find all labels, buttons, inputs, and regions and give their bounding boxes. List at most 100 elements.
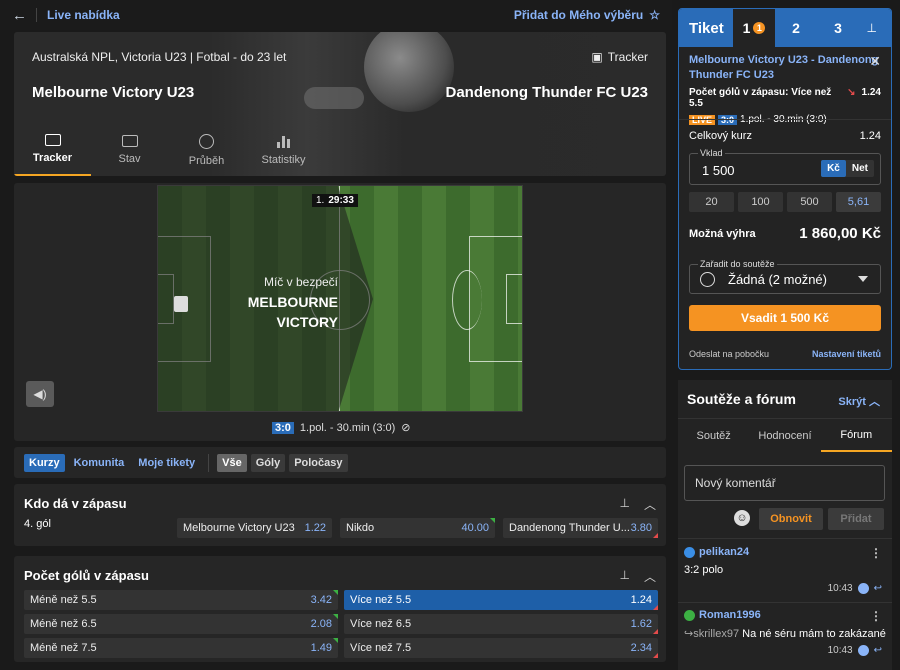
eye-off-icon[interactable]: ⊘: [401, 421, 410, 434]
ticket-tab-1[interactable]: 11: [733, 9, 775, 47]
divider: [678, 602, 892, 603]
currency-net[interactable]: Net: [846, 160, 874, 177]
tab-prubeh[interactable]: Průběh: [168, 124, 245, 176]
hide-label: Skrýt: [838, 396, 866, 408]
tab-statistiky[interactable]: Statistiky: [245, 124, 322, 176]
odd-button[interactable]: Více než 7.5 2.34: [344, 638, 658, 658]
market-subtitle: 4. gól: [24, 518, 51, 530]
hide-button[interactable]: Skrýt ︿: [838, 393, 880, 409]
tab-hodnoceni[interactable]: Hodnocení: [749, 419, 820, 452]
reaction-icon[interactable]: [857, 583, 869, 594]
selection-bet: Počet gólů v zápasu: Více než 5.5 ↘ 1.24: [689, 87, 881, 109]
ticket-title: Tiket: [689, 19, 724, 37]
stake-input[interactable]: Vklad 1 500 Kč Net: [689, 148, 881, 185]
status-text: 1.pol. - 30.min (3:0): [299, 421, 396, 434]
comment-text: ↪skrillex97 Na né séru mám to zakázané: [684, 627, 886, 640]
odd-button[interactable]: Méně než 7.5 1.49: [24, 638, 338, 658]
tab-label: 1: [742, 20, 751, 36]
ticket-tab-2[interactable]: 2: [775, 9, 817, 47]
tracker-button[interactable]: ▣ Tracker: [591, 50, 648, 64]
amount-button[interactable]: 100: [738, 192, 783, 212]
tracker-label: Tracker: [607, 50, 648, 64]
filter-komunita[interactable]: Komunita: [69, 454, 130, 472]
place-bet-button[interactable]: Vsadit 1 500 Kč: [689, 305, 881, 331]
filter-goly[interactable]: Góly: [250, 453, 286, 472]
odds-down-indicator: [653, 533, 658, 538]
odd-button[interactable]: Melbourne Victory U23 1.22: [177, 518, 332, 538]
refresh-button[interactable]: Obnovit: [759, 508, 823, 530]
amount-button[interactable]: 500: [787, 192, 832, 212]
reaction-icon[interactable]: [857, 645, 869, 656]
odd-button[interactable]: Dandenong Thunder U... 3.80: [503, 518, 658, 538]
comment-time: 10:43: [827, 645, 853, 656]
ticket-settings-link[interactable]: Nastavení tiketů: [812, 349, 881, 359]
reply-arrow-icon: ↪: [684, 628, 694, 640]
competition-select[interactable]: Zařadit do soutěže Žádná (2 možné): [689, 259, 881, 294]
stake-label: Vklad: [698, 148, 725, 158]
caret-down-icon: [858, 276, 868, 282]
pin-icon[interactable]: ⊥: [620, 568, 630, 585]
filter-kurzy[interactable]: Kurzy: [24, 453, 65, 472]
comment-input[interactable]: Nový komentář: [684, 465, 885, 501]
speaker-icon[interactable]: ◀): [26, 381, 54, 407]
tab-soutez[interactable]: Soutěž: [678, 419, 749, 452]
odd-button[interactable]: Nikdo 40.00: [340, 518, 495, 538]
selection-match[interactable]: Melbourne Victory U23 - Dandenong Thunde…: [689, 53, 881, 83]
post-button[interactable]: Přidat: [828, 508, 884, 530]
chevron-up-icon[interactable]: ︿: [644, 496, 656, 513]
filter-moje-tikety[interactable]: Moje tikety: [133, 454, 200, 472]
odds-up-indicator: [333, 638, 338, 643]
amount-button[interactable]: 5,61: [836, 192, 881, 212]
pin-icon[interactable]: ⊥: [867, 21, 877, 35]
odds-up-indicator: [333, 614, 338, 619]
odd-button[interactable]: Méně než 5.5 3.42: [24, 590, 338, 610]
win-value: 1 860,00 Kč: [799, 225, 881, 242]
reply-icon[interactable]: ↩: [874, 583, 882, 594]
comment-user[interactable]: pelikan24: [684, 546, 886, 558]
divider: [36, 8, 37, 22]
odd-button[interactable]: Méně než 6.5 2.08: [24, 614, 338, 634]
filter-polocasy[interactable]: Poločasy: [289, 453, 348, 472]
stake-value: 1 500: [702, 163, 735, 178]
comment-user[interactable]: Roman1996: [684, 609, 886, 621]
competition-name: Australská NPL, Victoria U23 | Fotbal - …: [32, 50, 287, 64]
tab-stav[interactable]: Stav: [91, 124, 168, 176]
divider: [208, 453, 210, 472]
tracker-icon: ▣: [591, 50, 603, 64]
odd-button[interactable]: Více než 6.5 1.62: [344, 614, 658, 634]
reply-to-user[interactable]: skrillex97: [693, 628, 739, 640]
tracker-panel: 1. 29:33 Míč v bezpečí MELBOURNE VICTORY …: [14, 183, 666, 441]
match-clock: 1. 29:33: [312, 194, 358, 207]
market-kdo-da: Kdo dá v zápasu ⊥ ︿ 4. gól Melbourne Vict…: [14, 484, 666, 546]
more-icon[interactable]: ⋮: [870, 609, 882, 623]
bet-odd: 1.24: [861, 87, 881, 98]
amount-button[interactable]: 20: [689, 192, 734, 212]
filter-vse[interactable]: Vše: [217, 453, 247, 472]
tab-tracker[interactable]: Tracker: [14, 124, 91, 176]
odd-label: Dandenong Thunder U...: [509, 522, 630, 534]
pin-icon[interactable]: ⊥: [620, 496, 630, 513]
possible-win: Možná výhra 1 860,00 Kč: [689, 225, 881, 242]
chevron-up-icon[interactable]: ︿: [644, 568, 656, 585]
odd-value: 40.00: [461, 522, 489, 534]
avatar: [684, 609, 695, 621]
odd-value: 1.24: [630, 594, 652, 606]
currency-kc[interactable]: Kč: [821, 160, 846, 177]
send-to-branch-link[interactable]: Odeslat na pobočku: [689, 349, 769, 359]
tab-label: Tracker: [32, 152, 73, 164]
more-icon[interactable]: ⋮: [870, 546, 882, 560]
pitch: 1. 29:33 Míč v bezpečí MELBOURNE VICTORY: [157, 185, 523, 412]
market-actions: ⊥ ︿: [620, 568, 656, 585]
close-icon[interactable]: ✕: [869, 53, 881, 70]
username: Roman1996: [699, 609, 761, 621]
reply-icon[interactable]: ↩: [874, 645, 882, 656]
odd-button-selected[interactable]: Více než 5.5 1.24: [344, 590, 658, 610]
emoji-icon[interactable]: ☺: [734, 510, 750, 526]
ticket-tab-3[interactable]: 3: [817, 9, 859, 47]
odds-down-indicator: [653, 605, 658, 610]
live-offer-link[interactable]: Live nabídka: [47, 8, 120, 22]
add-favorite-button[interactable]: Přidat do Mého výběru ☆: [514, 8, 660, 22]
arrow-left-icon[interactable]: ←: [12, 7, 32, 24]
tab-forum[interactable]: Fórum: [820, 419, 892, 452]
odd-label: Melbourne Victory U23: [183, 522, 295, 534]
